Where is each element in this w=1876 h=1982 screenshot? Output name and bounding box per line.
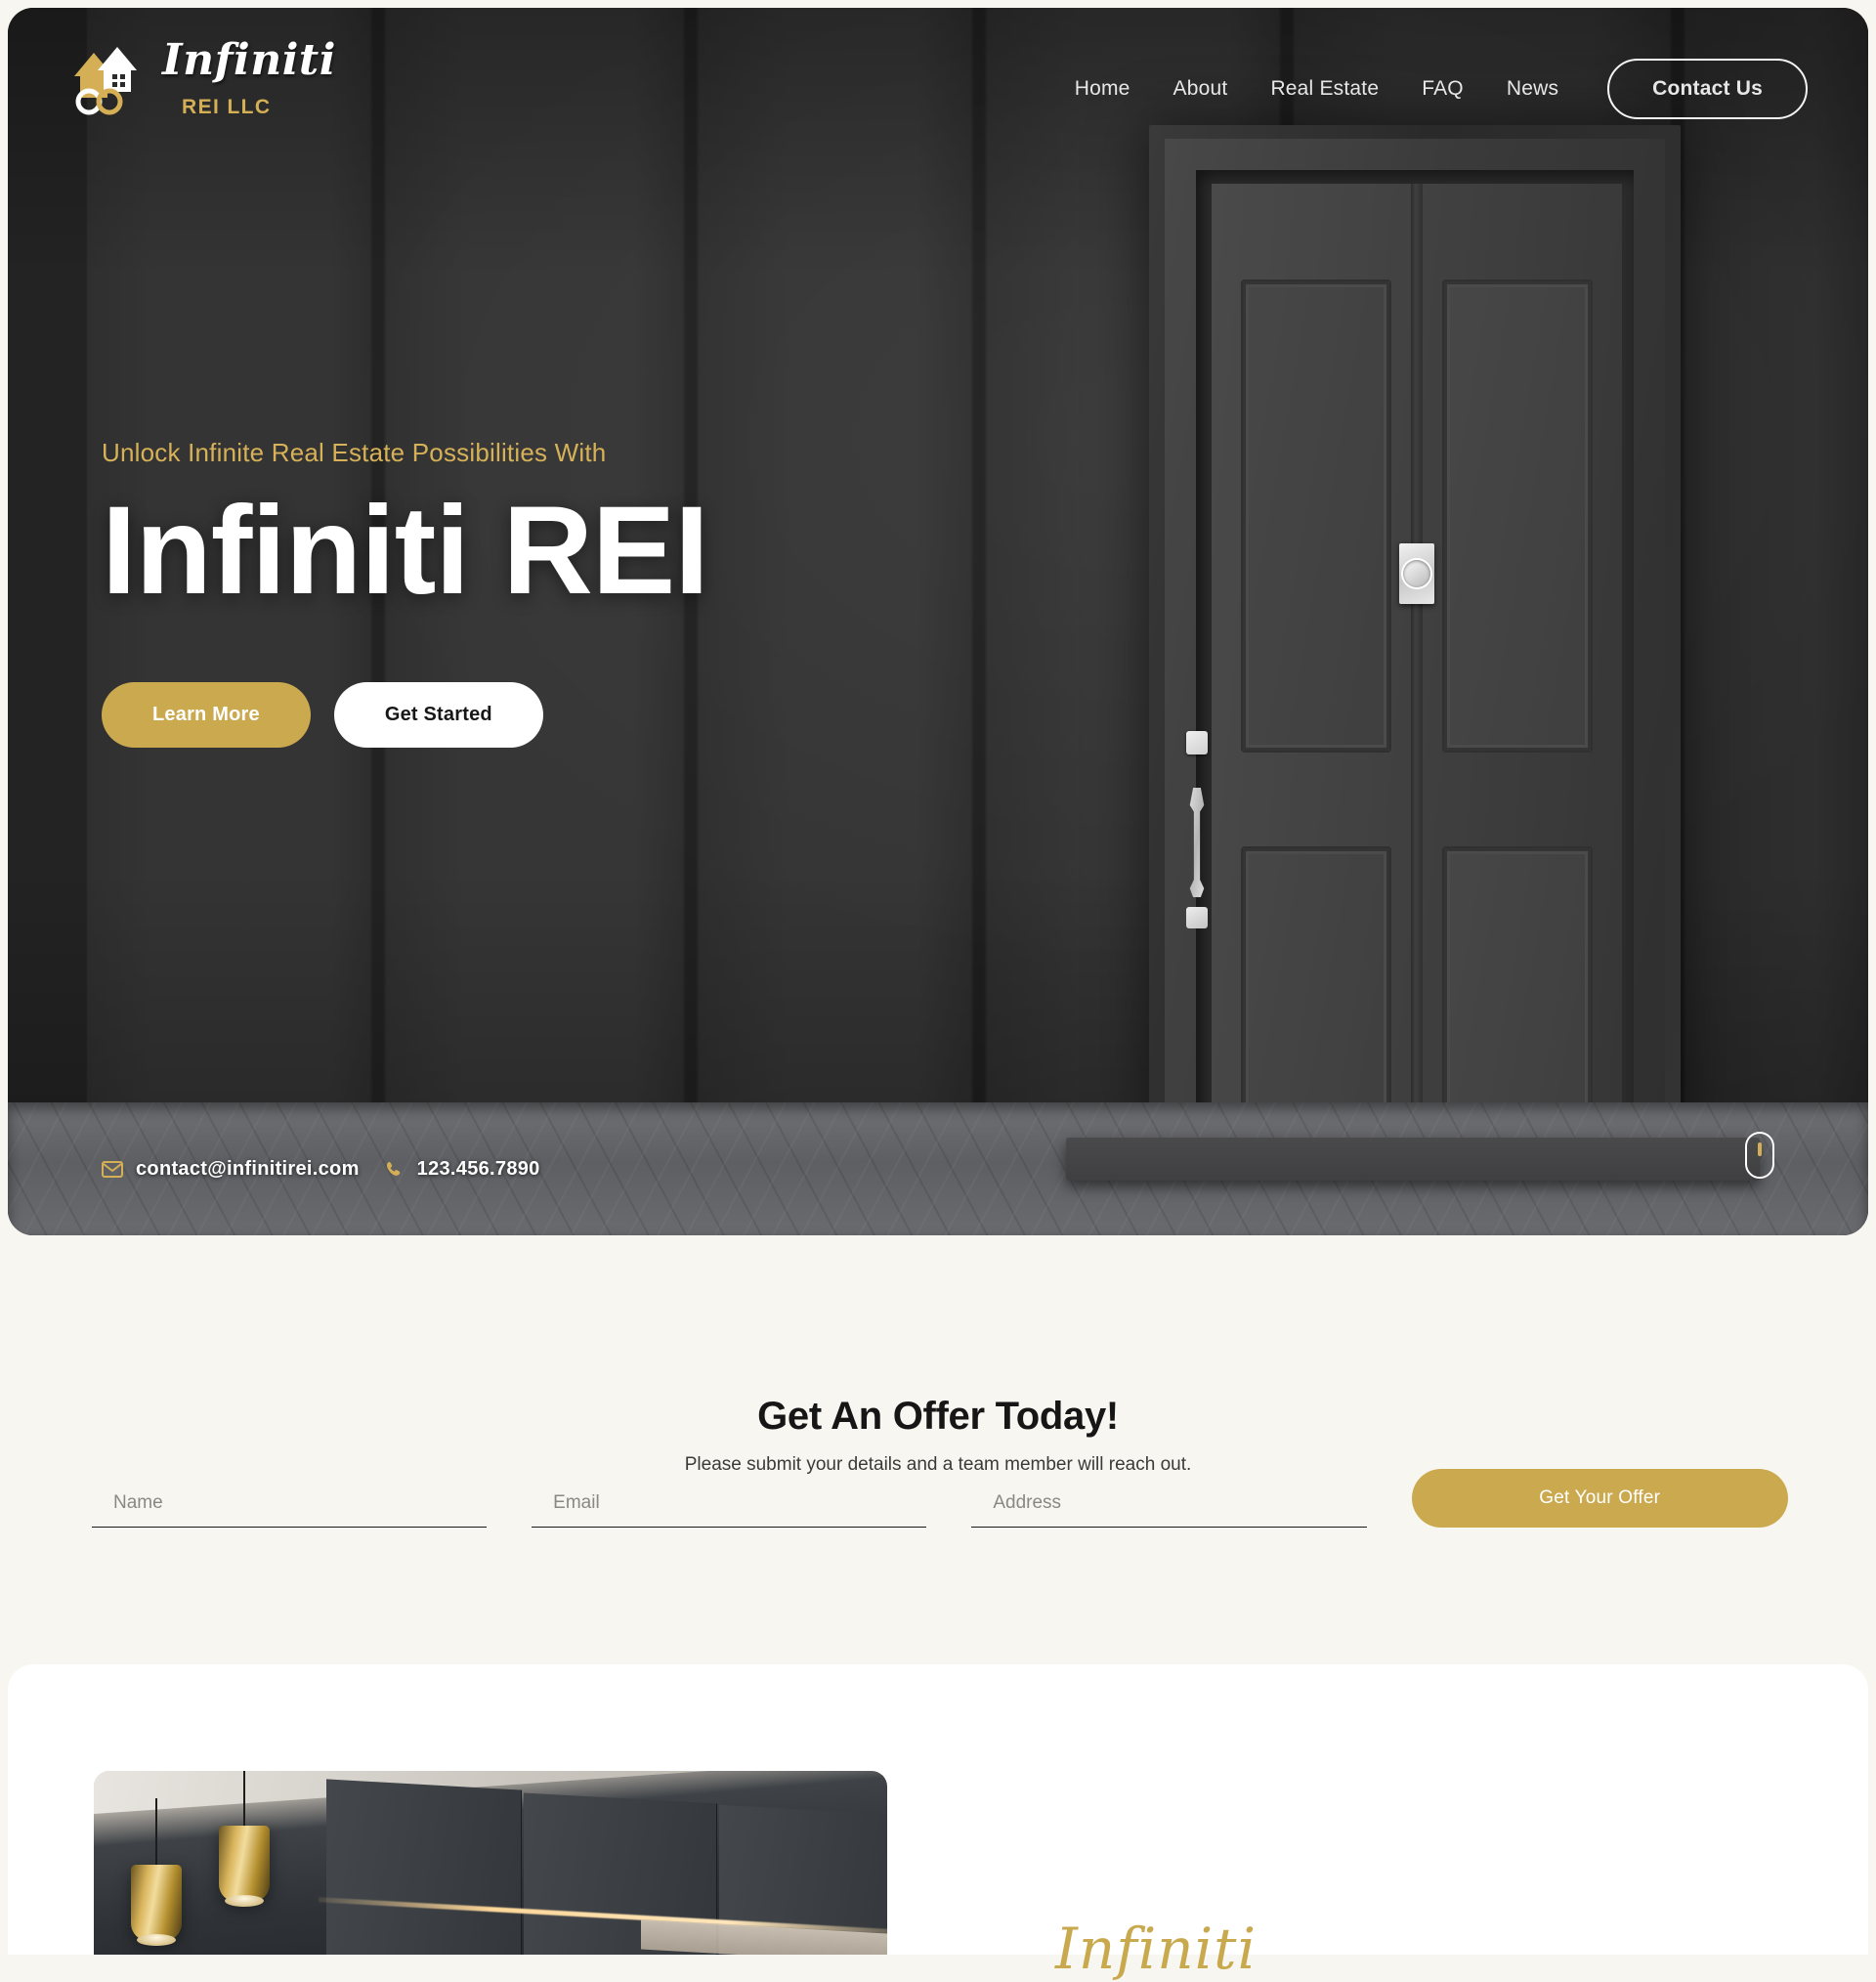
- hero-contact-strip: contact@infinitirei.com 123.456.7890: [102, 1158, 540, 1181]
- name-field[interactable]: [92, 1492, 488, 1528]
- get-started-button[interactable]: Get Started: [333, 681, 543, 748]
- email-field[interactable]: [532, 1492, 927, 1528]
- envelope-icon: [102, 1161, 123, 1178]
- hero-section: Infiniti REI LLC Home About Real Estate …: [8, 8, 1868, 1235]
- pendant-light-icon: [219, 1771, 270, 1907]
- door-panel-bottom-left: [1243, 848, 1389, 1142]
- get-your-offer-button[interactable]: Get Your Offer: [1411, 1469, 1788, 1528]
- page-title: Infiniti REI: [102, 481, 709, 621]
- phone-icon: [386, 1161, 400, 1176]
- door-keypad-icon: [1186, 731, 1208, 754]
- hero-copy: Unlock Infinite Real Estate Possibilitie…: [102, 438, 709, 748]
- nav-item-faq[interactable]: FAQ: [1422, 77, 1464, 101]
- learn-more-button[interactable]: Learn More: [102, 681, 311, 748]
- house-infinity-logo-icon: [74, 47, 137, 115]
- kitchen-cabinet: [326, 1779, 522, 1955]
- name-field-wrapper: [92, 1492, 488, 1528]
- doormat: [1066, 1138, 1760, 1181]
- feature-card-section: [8, 1664, 1868, 1955]
- door-lock-icon: [1186, 907, 1208, 928]
- feature-script-text: Infiniti: [1055, 1916, 1258, 1982]
- offer-section: Get An Offer Today! Please submit your d…: [0, 1235, 1876, 1664]
- nav-item-home[interactable]: Home: [1075, 77, 1130, 101]
- nav-item-about[interactable]: About: [1173, 77, 1228, 101]
- contact-phone-text: 123.456.7890: [416, 1158, 540, 1180]
- kitchen-image: [94, 1771, 887, 1955]
- contact-email[interactable]: contact@infinitirei.com: [102, 1158, 360, 1181]
- door-panel-bottom-right: [1444, 848, 1591, 1142]
- front-door-image: [1149, 125, 1681, 1142]
- contact-us-button[interactable]: Contact Us: [1607, 59, 1808, 119]
- scroll-down-mouse-icon[interactable]: [1745, 1132, 1774, 1179]
- nav-item-real-estate[interactable]: Real Estate: [1270, 77, 1379, 101]
- contact-email-text: contact@infinitirei.com: [136, 1158, 360, 1180]
- door-mullion: [1411, 184, 1423, 1132]
- hero-button-group: Learn More Get Started: [102, 681, 708, 748]
- brand-name: Infiniti: [162, 35, 336, 85]
- door-slab: [1186, 184, 1622, 1142]
- door-panel-top-right: [1444, 281, 1591, 751]
- pendant-light-icon: [131, 1798, 182, 1946]
- brand-logo[interactable]: Infiniti REI LLC: [68, 33, 335, 118]
- brand-subtitle: REI LLC: [182, 96, 272, 118]
- door-panel-top-left: [1243, 281, 1389, 751]
- address-field-wrapper: [971, 1492, 1367, 1528]
- hero-eyebrow: Unlock Infinite Real Estate Possibilitie…: [102, 438, 607, 467]
- email-field-wrapper: [532, 1492, 927, 1528]
- offer-title: Get An Offer Today!: [757, 1395, 1119, 1438]
- door-knocker-icon: [1399, 543, 1434, 604]
- nav-item-news[interactable]: News: [1507, 77, 1558, 101]
- contact-phone[interactable]: 123.456.7890: [385, 1158, 540, 1181]
- main-navigation: Home About Real Estate FAQ News Contact …: [1075, 59, 1808, 119]
- offer-form: Get Your Offer: [92, 1469, 1788, 1528]
- address-field[interactable]: [971, 1492, 1367, 1528]
